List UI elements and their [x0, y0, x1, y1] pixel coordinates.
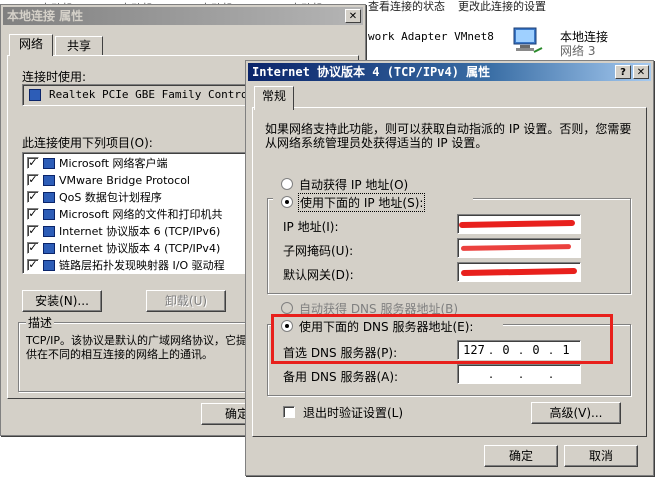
network-adapter-icon [29, 89, 41, 101]
alternate-dns-field[interactable]: . . . [457, 364, 581, 384]
checkbox[interactable]: ✓ [27, 157, 39, 169]
ipv4-dialog-titlebar[interactable]: Internet 协议版本 4 (TCP/IPv4) 属性 ? ✕ [248, 63, 651, 81]
adapter-desc: work Adapter VMnet8 [368, 30, 494, 43]
change-settings-link[interactable]: 更改此连接的设置 [458, 0, 546, 14]
tab-sharing[interactable]: 共享 [55, 36, 103, 56]
checkbox[interactable]: ✓ [27, 191, 39, 203]
service-icon [43, 192, 55, 203]
connect-using-label: 连接时使用: [22, 70, 87, 84]
advanced-button[interactable]: 高级(V)... [531, 402, 621, 424]
checkbox[interactable]: ✓ [27, 174, 39, 186]
ipv4-dialog-title: Internet 协议版本 4 (TCP/IPv4) 属性 [252, 65, 491, 79]
ipv4-properties-dialog: Internet 协议版本 4 (TCP/IPv4) 属性 ? ✕ 常规 如果网… [245, 60, 654, 476]
lan-dialog-title: 本地连接 属性 [7, 9, 84, 23]
description-text: TCP/IP。该协议是默认的广域网络协议，它提供在不同的相互连接的网络上的通讯。 [26, 334, 247, 361]
intro-text: 如果网络支持此功能，则可以获取自动指派的 IP 设置。否则，您需要从网络系统管理… [265, 122, 632, 150]
highlight-annotation [271, 314, 613, 364]
install-button[interactable]: 安装(N)... [22, 290, 102, 312]
dns-dot: . [519, 367, 523, 381]
auto-ip-radio[interactable] [281, 178, 293, 190]
general-tab-panel: 如果网络支持此功能，则可以获取自动指派的 IP 设置。否则，您需要从网络系统管理… [252, 107, 647, 437]
ip-address-label: IP 地址(I): [283, 220, 339, 234]
ipv4-cancel-button[interactable]: 取消 [564, 445, 638, 467]
ipv4-ok-button[interactable]: 确定 [484, 445, 558, 467]
validate-label: 退出时验证设置(L) [303, 406, 404, 420]
background-header: 查看连接的状态 更改此连接的设置 [364, 0, 655, 14]
connection-status: 网络 3 [560, 44, 596, 58]
close-button[interactable]: ✕ [345, 9, 361, 23]
service-icon [43, 209, 55, 220]
uninstall-button[interactable]: 卸载(U) [146, 290, 226, 312]
use-ip-radio[interactable] [281, 196, 293, 208]
description-label: 描述 [26, 314, 55, 331]
protocol-icon [43, 243, 55, 254]
protocol-icon [43, 175, 55, 186]
close-button[interactable]: ✕ [633, 65, 649, 79]
view-status-link[interactable]: 查看连接的状态 [368, 0, 445, 14]
validate-option[interactable]: 退出时验证设置(L) [283, 404, 463, 420]
checkbox[interactable]: ✓ [27, 259, 39, 271]
lan-dialog-titlebar[interactable]: 本地连接 属性 ✕ [3, 7, 363, 25]
use-ip-option[interactable]: 使用下面的 IP 地址(S): [273, 193, 473, 212]
dns-dot: . [549, 367, 553, 381]
checkbox[interactable]: ✓ [27, 225, 39, 237]
dns-dot: . [489, 367, 493, 381]
checkbox[interactable]: ✓ [27, 242, 39, 254]
network-connection-icon[interactable] [510, 26, 544, 56]
auto-ip-label: 自动获得 IP 地址(O) [299, 178, 409, 192]
use-ip-label: 使用下面的 IP 地址(S): [297, 193, 426, 212]
protocol-icon [43, 260, 55, 271]
alternate-dns-label: 备用 DNS 服务器(A): [283, 370, 399, 384]
auto-ip-option[interactable]: 自动获得 IP 地址(O) [273, 176, 473, 192]
help-button[interactable]: ? [615, 65, 631, 79]
protocol-icon [43, 226, 55, 237]
checkbox[interactable]: ✓ [27, 208, 39, 220]
subnet-mask-label: 子网掩码(U): [283, 244, 354, 258]
validate-checkbox[interactable] [283, 406, 295, 418]
client-icon [43, 158, 55, 169]
tab-general[interactable]: 常规 [254, 86, 294, 110]
gateway-label: 默认网关(D): [283, 268, 354, 282]
items-label: 此连接使用下列项目(O): [22, 136, 153, 150]
auto-dns-radio[interactable] [281, 302, 293, 314]
tab-network[interactable]: 网络 [9, 34, 53, 56]
adapter-name: Realtek PCIe GBE Family Controll [49, 88, 261, 101]
